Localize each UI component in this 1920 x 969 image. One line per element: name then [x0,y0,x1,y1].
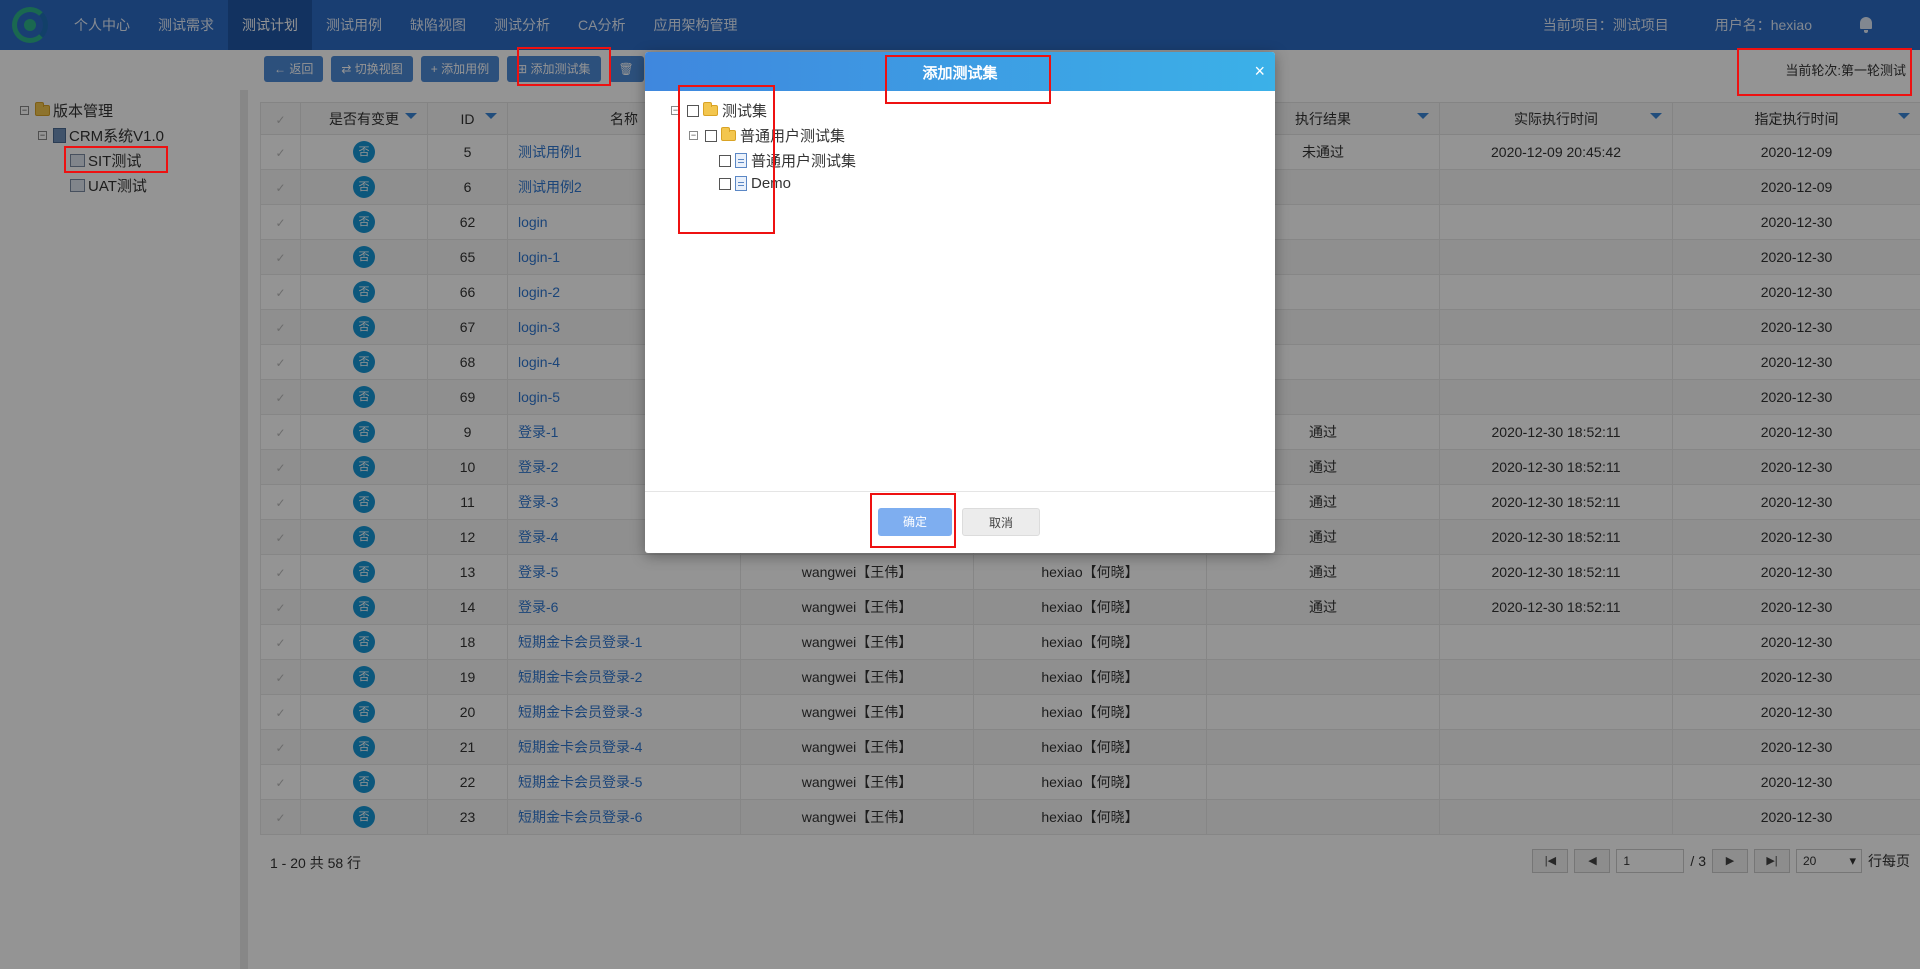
dialog-header: 添加测试集 × [645,52,1275,91]
file-icon [735,176,747,191]
folder-icon [703,102,718,116]
file-icon [735,153,747,168]
suite-tree-leaf[interactable]: Demo [719,175,791,192]
suite-tree-root[interactable]: − 测试集 [671,100,767,121]
suite-tree-group[interactable]: − 普通用户测试集 [689,125,845,146]
folder-icon [721,127,736,141]
checkbox[interactable] [705,129,717,142]
checkbox[interactable] [719,177,731,190]
suite-tree-leaf-label: Demo [751,175,792,192]
confirm-button[interactable]: 确定 [878,508,952,536]
collapse-icon[interactable]: − [671,106,680,115]
suite-tree-leaf-label: 普通用户测试集 [751,153,857,170]
dialog-body: − 测试集 − 普通用户测试集 普通用户测试集 Demo [645,91,1275,492]
suite-tree-root-label: 测试集 [722,103,768,120]
checkbox[interactable] [687,104,699,117]
cancel-button[interactable]: 取消 [962,508,1040,536]
dialog-footer: 确定 取消 [645,492,1275,553]
collapse-icon[interactable]: − [689,131,698,140]
dialog-title: 添加测试集 [922,65,998,82]
suite-tree-leaf[interactable]: 普通用户测试集 [719,150,856,171]
suite-tree-group-label: 普通用户测试集 [740,128,846,145]
add-suite-dialog: 添加测试集 × − 测试集 − 普通用户测试集 普通用户测试集 Demo 确定 … [645,52,1275,553]
checkbox[interactable] [719,154,731,167]
close-icon[interactable]: × [1254,61,1265,81]
